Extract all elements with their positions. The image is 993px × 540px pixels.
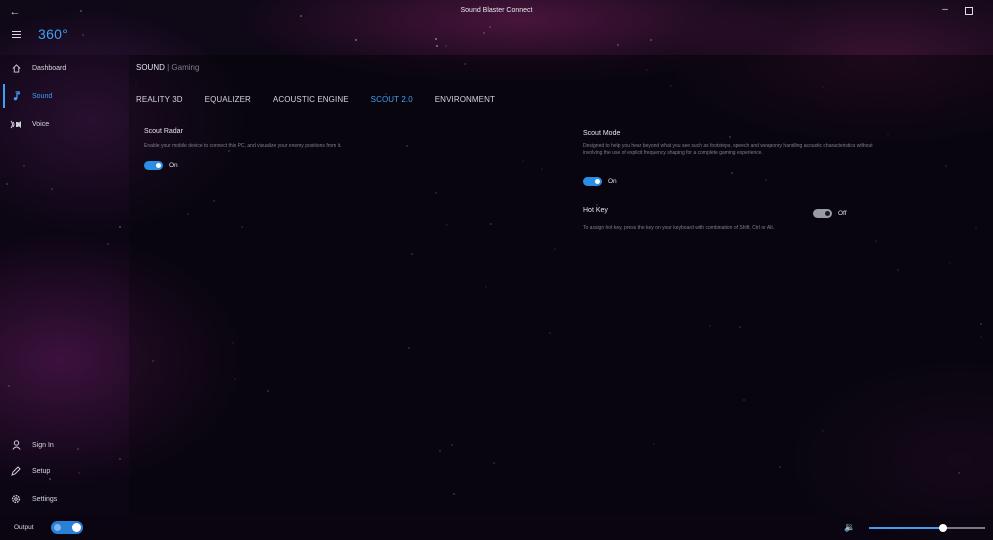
- scout-radar-title: Scout Radar: [144, 128, 183, 135]
- sidebar-item-label: Settings: [32, 495, 58, 503]
- hamburger-menu-icon[interactable]: [12, 31, 21, 39]
- tab-reality-3d[interactable]: REALITY 3D: [136, 95, 183, 104]
- voice-icon: [8, 120, 24, 129]
- toggle-state-label: On: [169, 161, 178, 169]
- maximize-button[interactable]: [962, 4, 976, 18]
- window-title: Sound Blaster Connect: [460, 7, 533, 14]
- sidebar-item-label: Dashboard: [32, 64, 67, 72]
- sidebar: Dashboard Sound Voice Sign In Setup Sett…: [0, 55, 129, 515]
- star: [436, 45, 438, 47]
- volume-slider-thumb[interactable]: [939, 524, 948, 532]
- star: [617, 44, 619, 46]
- sidebar-item-label: Sign In: [32, 441, 54, 449]
- sidebar-item-sound[interactable]: Sound: [0, 84, 129, 108]
- scout-mode-description: Designed to help you hear beyond what yo…: [583, 143, 873, 156]
- hot-key-description: To assign hot key, press the key on your…: [583, 225, 775, 231]
- sidebar-item-label: Sound: [32, 92, 53, 100]
- sidebar-item-setup[interactable]: Setup: [0, 459, 129, 483]
- active-indicator: [3, 84, 5, 108]
- star: [435, 38, 437, 40]
- tab-bar: REALITY 3D EQUALIZER ACOUSTIC ENGINE SCO…: [136, 95, 517, 104]
- volume-slider[interactable]: [869, 524, 985, 532]
- home-icon: [8, 63, 24, 73]
- toggle-switch[interactable]: [583, 176, 602, 186]
- music-note-icon: [8, 91, 24, 101]
- star: [489, 26, 491, 28]
- sidebar-item-sign-in[interactable]: Sign In: [0, 433, 129, 457]
- toggle-state-label: On: [608, 177, 617, 185]
- hot-key-title: Hot Key: [583, 207, 608, 214]
- output-label: Output: [14, 524, 34, 531]
- sidebar-item-dashboard[interactable]: Dashboard: [0, 56, 129, 80]
- volume-icon[interactable]: 🔉: [844, 522, 855, 533]
- scout-radar-description: Enable your mobile device to connect thi…: [144, 143, 342, 149]
- sidebar-item-label: Voice: [32, 120, 50, 128]
- sidebar-item-voice[interactable]: Voice: [0, 112, 129, 136]
- star: [650, 39, 652, 41]
- toggle-switch[interactable]: [144, 160, 163, 170]
- speaker-icon: [72, 523, 81, 532]
- minimize-button[interactable]: –: [938, 4, 952, 18]
- toggle-state-label: Off: [838, 209, 847, 217]
- volume-slider-fill: [869, 527, 944, 529]
- gear-icon: [8, 494, 24, 504]
- tab-scout-2[interactable]: SCOUT 2.0: [371, 95, 413, 104]
- tab-acoustic-engine[interactable]: ACOUSTIC ENGINE: [273, 95, 349, 104]
- bottom-bar: Output 🔉: [0, 515, 993, 540]
- output-toggle[interactable]: [51, 521, 83, 534]
- scout-mode-toggle[interactable]: On: [583, 176, 617, 186]
- sidebar-item-settings[interactable]: Settings: [0, 487, 129, 511]
- scout-mode-title: Scout Mode: [583, 130, 621, 137]
- hot-key-toggle[interactable]: Off: [813, 208, 847, 218]
- toggle-switch[interactable]: [813, 208, 832, 218]
- page-title-main: SOUND: [136, 63, 165, 72]
- page-title: SOUND | Gaming: [136, 63, 199, 72]
- star: [82, 34, 84, 36]
- star: [355, 39, 357, 41]
- star: [445, 45, 447, 47]
- tab-environment[interactable]: ENVIRONMENT: [435, 95, 495, 104]
- tab-equalizer[interactable]: EQUALIZER: [205, 95, 251, 104]
- star: [483, 32, 485, 34]
- scout-radar-toggle[interactable]: On: [144, 160, 178, 170]
- brand-logo: 360°: [38, 26, 69, 42]
- sidebar-item-label: Setup: [32, 467, 51, 475]
- page-subtitle: | Gaming: [164, 63, 200, 72]
- pencil-icon: [8, 466, 24, 476]
- main-content: SOUND | Gaming REALITY 3D EQUALIZER ACOU…: [129, 55, 993, 515]
- title-bar: ← Sound Blaster Connect –: [0, 0, 993, 24]
- user-icon: [8, 440, 24, 450]
- headphone-icon: [54, 524, 61, 531]
